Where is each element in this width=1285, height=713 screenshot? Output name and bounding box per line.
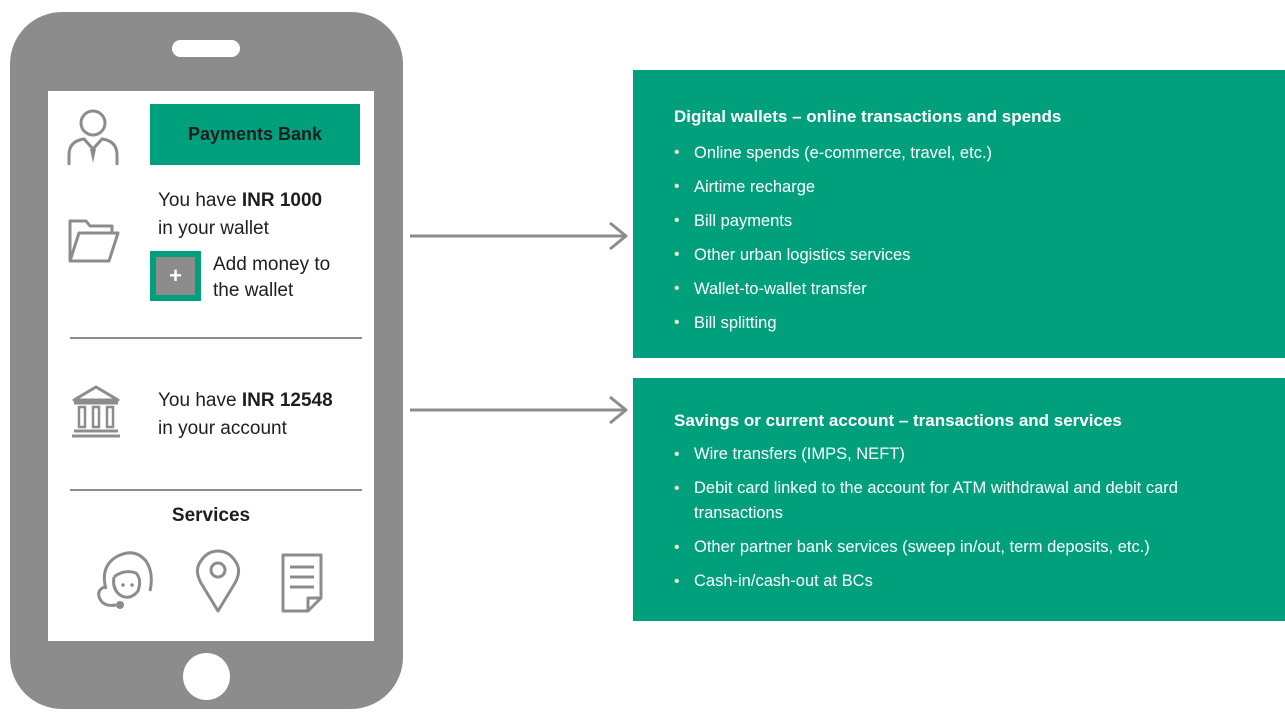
wallet-features-list: Online spends (e-commerce, travel, etc.)… (674, 136, 1285, 340)
customer-support-icon[interactable] (94, 547, 156, 613)
list-item: Cash-in/cash-out at BCs (674, 569, 1285, 594)
digital-wallets-panel: Digital wallets – online transactions an… (633, 70, 1285, 358)
divider (70, 489, 362, 491)
payments-bank-badge: Payments Bank (150, 104, 360, 165)
account-prefix: You have (158, 390, 242, 411)
savings-account-panel: Savings or current account – transaction… (633, 378, 1285, 621)
wallet-balance-text: You have INR 1000 in your wallet (158, 187, 363, 243)
divider (70, 337, 362, 339)
panel-title: Digital wallets – online transactions an… (674, 107, 1062, 126)
user-icon (66, 105, 120, 167)
account-balance-text: You have INR 12548 in your account (158, 387, 363, 443)
phone-speaker (172, 40, 240, 57)
services-title: Services (171, 505, 251, 526)
folder-icon (68, 219, 120, 263)
add-money-button[interactable]: + (150, 251, 201, 301)
arrow-to-wallet-panel (410, 221, 632, 256)
list-item: Wallet-to-wallet transfer (674, 272, 1285, 306)
wallet-prefix: You have (158, 190, 242, 211)
list-item: Other partner bank services (sweep in/ou… (674, 535, 1285, 560)
list-item: Wire transfers (IMPS, NEFT) (674, 442, 1285, 467)
account-amount: INR 12548 (241, 390, 333, 411)
add-money-line2: the wallet (213, 280, 294, 301)
plus-icon: + (156, 257, 195, 295)
bank-icon (70, 384, 122, 438)
list-item: Airtime recharge (674, 170, 1285, 204)
wallet-suffix: in your wallet (158, 218, 269, 239)
list-item: Bill payments (674, 204, 1285, 238)
phone-screen: Payments Bank You have INR 1000 in your … (48, 91, 374, 641)
location-pin-icon[interactable] (195, 548, 241, 614)
list-item: Debit card linked to the account for ATM… (674, 476, 1254, 526)
home-button[interactable] (183, 653, 230, 700)
account-suffix: in your account (158, 418, 287, 439)
add-money-line1: Add money to (213, 254, 331, 275)
list-item: Online spends (e-commerce, travel, etc.) (674, 136, 1285, 170)
arrow-to-account-panel (410, 395, 632, 430)
list-item: Bill splitting (674, 306, 1285, 340)
panel-title: Savings or current account – transaction… (674, 411, 1122, 430)
badge-label: Payments Bank (187, 124, 323, 144)
account-features-list: Wire transfers (IMPS, NEFT) Debit card l… (674, 442, 1285, 594)
document-icon[interactable] (280, 552, 324, 614)
wallet-amount: INR 1000 (241, 190, 323, 211)
phone-frame: Payments Bank You have INR 1000 in your … (10, 12, 403, 709)
add-money-label[interactable]: Add money to the wallet (213, 252, 363, 304)
list-item: Other urban logistics services (674, 238, 1285, 272)
